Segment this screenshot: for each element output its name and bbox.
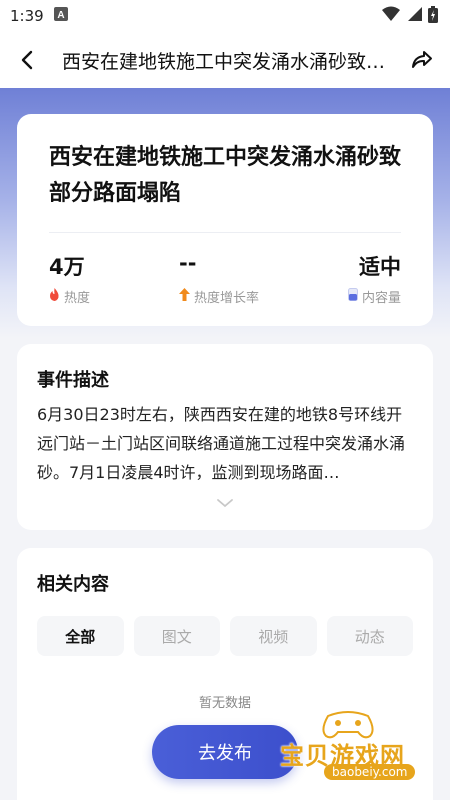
watermark: 宝贝游戏网 baobeiy.com <box>276 708 446 784</box>
wifi-icon <box>382 6 400 26</box>
share-icon[interactable] <box>408 46 436 74</box>
stat-value: 4万 <box>49 255 85 279</box>
description-title: 事件描述 <box>37 370 109 391</box>
back-arrow-icon[interactable] <box>14 47 40 73</box>
tab-moments[interactable]: 动态 <box>326 616 413 656</box>
description-card: 事件描述 6月30日23时左右，陕西西安在建的地铁8号环线开远门站－土门站区间联… <box>17 344 433 530</box>
stat-label: 热度 <box>64 291 91 306</box>
fire-icon <box>49 288 60 305</box>
related-title: 相关内容 <box>37 574 109 595</box>
app-bar: 西安在建地铁施工中突发涌水涌砂致部分路面塌陷 <box>0 32 450 88</box>
signal-icon <box>406 6 422 26</box>
divider <box>49 232 401 233</box>
capacity-icon <box>347 288 358 305</box>
tab-all[interactable]: 全部 <box>37 616 124 656</box>
stat-volume: 适中 内容量 <box>347 251 401 306</box>
watermark-url: baobeiy.com <box>324 764 416 780</box>
stat-growth: -- 热度增长率 <box>178 251 259 306</box>
stat-label: 热度增长率 <box>193 291 259 306</box>
description-text: 6月30日23时左右，陕西西安在建的地铁8号环线开远门站－土门站区间联络通道施工… <box>37 405 406 482</box>
a-square-icon: A <box>53 7 68 25</box>
stat-value: 适中 <box>358 255 401 279</box>
chevron-down-icon[interactable] <box>216 493 234 512</box>
stats-row: 4万 热度 -- 热度增长率 适中 内容量 <box>49 251 401 306</box>
arrow-up-icon <box>178 288 190 305</box>
stat-label: 内容量 <box>361 291 401 306</box>
tab-image-text[interactable]: 图文 <box>133 616 220 656</box>
status-bar: 1:39 A <box>0 0 450 32</box>
svg-text:A: A <box>57 10 64 21</box>
tab-video[interactable]: 视频 <box>230 616 317 656</box>
headline-card: 西安在建地铁施工中突发涌水涌砂致部分路面塌陷 4万 热度 -- 热度增长率 适中 <box>17 114 433 326</box>
stat-value: -- <box>178 251 197 275</box>
battery-icon <box>428 5 438 27</box>
stat-heat: 4万 热度 <box>49 251 90 306</box>
status-time: 1:39 <box>10 7 44 25</box>
headline: 西安在建地铁施工中突发涌水涌砂致部分路面塌陷 <box>49 145 402 206</box>
related-tabs: 全部 图文 视频 动态 <box>37 616 413 656</box>
page-title: 西安在建地铁施工中突发涌水涌砂致部分路面塌陷 <box>62 50 400 73</box>
